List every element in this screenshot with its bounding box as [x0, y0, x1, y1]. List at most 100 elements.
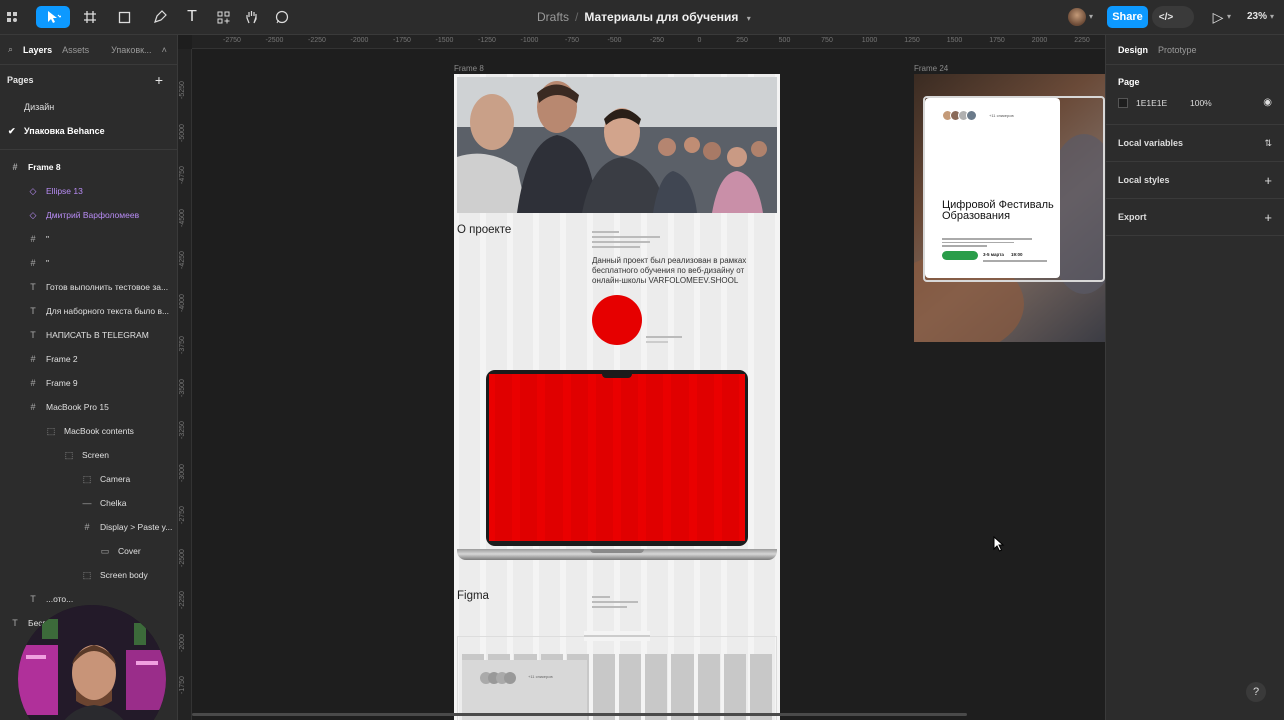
export-section[interactable]: Export +: [1106, 199, 1284, 236]
color-swatch[interactable]: [1118, 97, 1128, 108]
move-tool-button[interactable]: [36, 6, 70, 28]
ruler-tick-label: -2250: [308, 37, 326, 44]
page-item-design[interactable]: Дизайн: [0, 95, 177, 119]
layer-row[interactable]: ⬚ Screen body: [0, 563, 177, 587]
layer-label: Для наборного текста было в...: [46, 306, 170, 316]
ruler-tick-label: -1750: [179, 676, 186, 694]
drafts-link[interactable]: Drafts: [537, 10, 569, 24]
shape-tool-icon[interactable]: [112, 6, 136, 28]
present-button[interactable]: ▷: [1208, 6, 1228, 28]
ruler-tick-label: 1000: [861, 37, 878, 44]
avatar[interactable]: [1068, 8, 1086, 26]
figma-menu-icon[interactable]: [4, 6, 20, 28]
layer-row[interactable]: # Frame 2: [0, 347, 177, 371]
comment-tool-icon[interactable]: [272, 6, 292, 28]
share-button[interactable]: Share: [1107, 6, 1148, 28]
chevron-down-icon[interactable]: ▾: [1270, 12, 1274, 21]
hero-image[interactable]: [457, 77, 777, 213]
about-text[interactable]: Данный проект был реализован в рамках бе…: [592, 256, 772, 286]
page-background-row[interactable]: 1E1E1E 100% ◉: [1118, 97, 1272, 108]
layer-row[interactable]: # MacBook Pro 15: [0, 395, 177, 419]
resources-tool-icon[interactable]: [213, 6, 233, 28]
layer-row[interactable]: T Для наборного текста было в...: [0, 299, 177, 323]
chevron-down-icon[interactable]: ▾: [1227, 12, 1231, 21]
left-panel-tabs: ⌕ Layers Assets Упаковк... ˄: [0, 35, 177, 65]
layer-row[interactable]: # Frame 8: [0, 155, 177, 179]
bottom-card-preview: +11 спикеров: [462, 660, 587, 720]
about-title[interactable]: О проекте: [457, 224, 511, 236]
speakers-tag: +11 спикеров: [528, 674, 553, 679]
page-background-hex[interactable]: 1E1E1E: [1136, 98, 1190, 108]
ruler-tick-label: -500: [607, 37, 622, 44]
add-page-icon[interactable]: +: [155, 72, 163, 88]
layer-row[interactable]: ⬚ MacBook contents: [0, 419, 177, 443]
search-icon[interactable]: ⌕: [8, 44, 13, 55]
layer-row[interactable]: # ": [0, 227, 177, 251]
hand-tool-icon[interactable]: [242, 6, 262, 28]
design-canvas[interactable]: Frame 8 Frame 24 О проекте Данный проект…: [192, 49, 1105, 720]
frame-label[interactable]: Frame 8: [454, 64, 484, 73]
festival-card[interactable]: +11 спикеров Цифровой Фестиваль Образова…: [925, 98, 1060, 278]
layer-row[interactable]: ◇ Ellipse 13: [0, 179, 177, 203]
chevron-up-icon[interactable]: ˄: [162, 45, 167, 55]
tab-layers[interactable]: Layers: [23, 45, 52, 55]
layer-row[interactable]: ▭ Cover: [0, 539, 177, 563]
add-icon[interactable]: +: [1264, 173, 1272, 188]
horizontal-scrollbar[interactable]: [192, 713, 967, 716]
frame-tool-icon[interactable]: [78, 6, 102, 28]
pen-tool-icon[interactable]: [148, 6, 172, 28]
file-name[interactable]: Материалы для обучения: [584, 10, 738, 24]
macbook-screen[interactable]: [489, 374, 745, 541]
top-toolbar: T Drafts / Материалы для обучения ▾ ▾ Shar…: [0, 0, 1284, 35]
help-button[interactable]: ?: [1246, 682, 1266, 702]
frame-8[interactable]: О проекте Данный проект был реализован в…: [454, 74, 780, 720]
layer-row[interactable]: # ": [0, 251, 177, 275]
local-variables-section[interactable]: Local variables ⇅: [1106, 125, 1284, 162]
local-styles-section[interactable]: Local styles +: [1106, 162, 1284, 199]
page-switcher[interactable]: Упаковк...: [111, 45, 151, 55]
layer-row[interactable]: ⬚ Screen: [0, 443, 177, 467]
chevron-down-icon[interactable]: ▾: [747, 14, 751, 23]
ruler-tick-label: -2500: [265, 37, 284, 44]
ruler-tick-label: -2500: [179, 548, 186, 567]
layer-row[interactable]: — Chelka: [0, 491, 177, 515]
frame-label[interactable]: Frame 24: [914, 64, 948, 73]
layer-label: ": [46, 234, 50, 244]
file-breadcrumb[interactable]: Drafts / Материалы для обучения ▾: [537, 10, 751, 24]
figma-section-title[interactable]: Figma: [457, 590, 489, 602]
frame-icon: #: [30, 354, 36, 364]
ruler-tick-label: -1750: [393, 37, 411, 44]
ellipse-13[interactable]: [592, 295, 642, 345]
page-background-opacity[interactable]: 100%: [1190, 98, 1212, 108]
ruler-tick-label: -1500: [435, 37, 454, 44]
layer-row[interactable]: T Готов выполнить тестовое за...: [0, 275, 177, 299]
group-icon: ⬚: [82, 569, 92, 580]
layer-row[interactable]: # Display > Paste y...: [0, 515, 177, 539]
play-icon: ▷: [1212, 8, 1224, 25]
frame-icon: #: [30, 234, 36, 244]
tab-assets[interactable]: Assets: [62, 45, 89, 55]
text-icon: T: [12, 618, 18, 628]
pages-header: Pages +: [0, 65, 177, 95]
chevron-down-icon[interactable]: ▾: [1089, 12, 1093, 21]
layer-row[interactable]: # Frame 9: [0, 371, 177, 395]
add-icon[interactable]: +: [1264, 210, 1272, 225]
tab-prototype[interactable]: Prototype: [1158, 45, 1197, 55]
page-item-behance[interactable]: ✔ Упаковка Behance: [0, 119, 177, 143]
dev-mode-toggle[interactable]: </>: [1152, 6, 1194, 28]
ruler-tick-label: -3250: [179, 421, 186, 439]
layer-row[interactable]: T НАПИСАТЬ В TELEGRAM: [0, 323, 177, 347]
check-icon: ✔: [8, 125, 16, 136]
zoom-level[interactable]: 23%: [1247, 11, 1267, 22]
layer-row[interactable]: ◇ Дмитрий Варфоломеев: [0, 203, 177, 227]
festival-title[interactable]: Цифровой Фестиваль Образования: [942, 200, 1060, 222]
text-icon: T: [30, 282, 36, 292]
horizontal-ruler: -2750 -2500 -2250 -2000 -1750 -1500 -1250 -1000…: [192, 35, 1105, 49]
layer-row[interactable]: ⬚ Camera: [0, 467, 177, 491]
register-badge[interactable]: [942, 251, 978, 260]
eye-icon[interactable]: ◉: [1263, 97, 1272, 108]
adjust-icon[interactable]: ⇅: [1264, 138, 1272, 149]
vertical-ruler: -5250 -5000 -4750 -4500 -4250 -4000 -3750 -3500…: [178, 49, 192, 720]
text-tool-icon[interactable]: T: [182, 6, 202, 28]
tab-design[interactable]: Design: [1118, 45, 1148, 55]
